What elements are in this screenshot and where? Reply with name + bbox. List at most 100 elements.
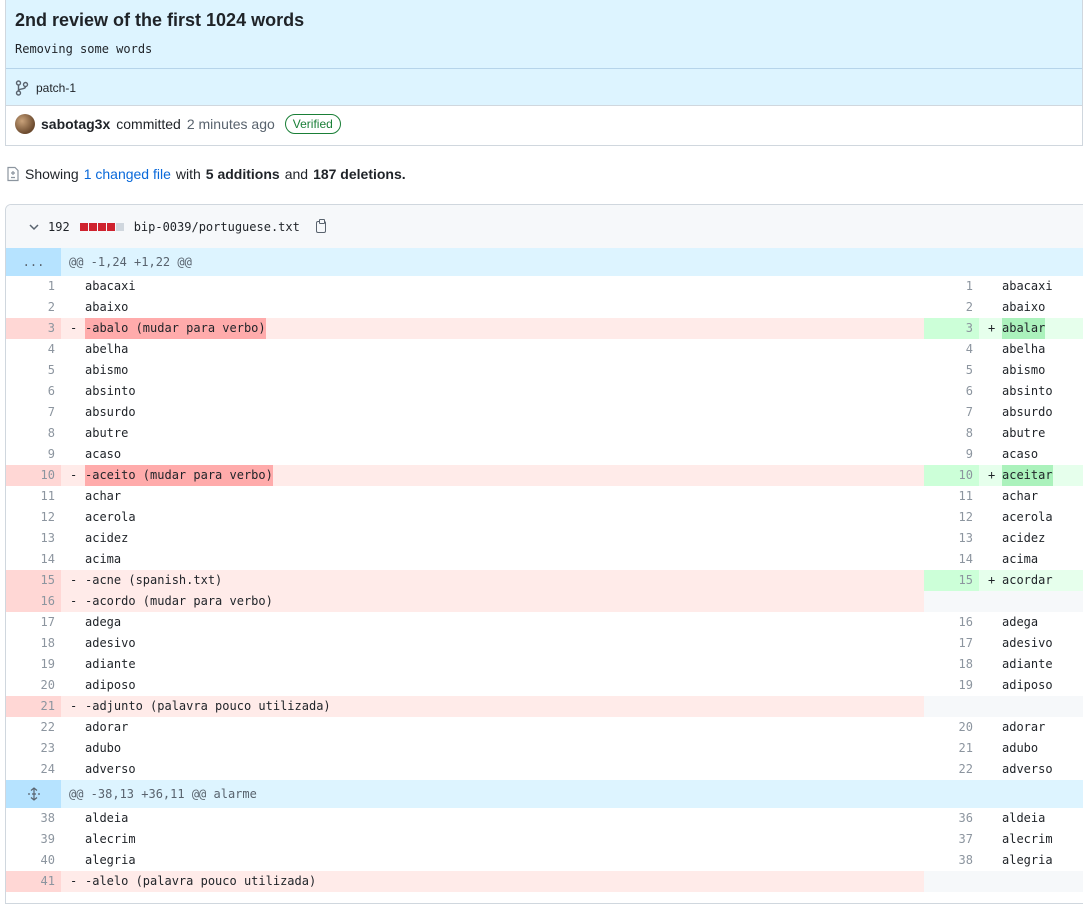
- hunk-range: @@ -38,13 +36,11 @@ alarme: [69, 787, 257, 801]
- old-line-number[interactable]: 15: [6, 570, 61, 591]
- commit-time[interactable]: 2 minutes ago: [187, 116, 275, 132]
- new-line-number[interactable]: 4: [924, 339, 979, 360]
- old-line-number[interactable]: 24: [6, 759, 61, 780]
- old-line-number[interactable]: 23: [6, 738, 61, 759]
- new-line-number[interactable]: 19: [924, 675, 979, 696]
- new-line-number[interactable]: 16: [924, 612, 979, 633]
- avatar[interactable]: [15, 114, 35, 134]
- old-line-number[interactable]: 41: [6, 871, 61, 892]
- new-line-number[interactable]: 37: [924, 829, 979, 850]
- branch-name[interactable]: patch-1: [36, 81, 76, 95]
- old-line-number[interactable]: 21: [6, 696, 61, 717]
- old-line-number[interactable]: 14: [6, 549, 61, 570]
- new-line-number[interactable]: 3: [924, 318, 979, 339]
- new-line-text: adesivo: [1002, 636, 1053, 650]
- new-line-text: aldeia: [1002, 811, 1046, 825]
- new-line-code: + acordar: [979, 570, 1083, 591]
- new-line-number[interactable]: 8: [924, 423, 979, 444]
- old-line-text: aldeia: [85, 811, 129, 825]
- new-line-number[interactable]: 21: [924, 738, 979, 759]
- old-line-code: absinto: [61, 381, 931, 402]
- new-line-number[interactable]: 11: [924, 486, 979, 507]
- new-line-code: + aceitar: [979, 465, 1083, 486]
- new-line-number[interactable]: 9: [924, 444, 979, 465]
- new-line-number[interactable]: 6: [924, 381, 979, 402]
- new-line-number[interactable]: 15: [924, 570, 979, 591]
- diff-row: 38 aldeia 36 aldeia: [6, 808, 1083, 829]
- chevron-down-icon[interactable]: [28, 221, 40, 233]
- new-line-number[interactable]: 7: [924, 402, 979, 423]
- new-line-number[interactable]: [924, 696, 979, 717]
- new-line-number[interactable]: 14: [924, 549, 979, 570]
- old-line-number[interactable]: 20: [6, 675, 61, 696]
- old-line-number[interactable]: 2: [6, 297, 61, 318]
- old-line-text: absurdo: [85, 405, 136, 419]
- old-line-number[interactable]: 6: [6, 381, 61, 402]
- old-line-number[interactable]: 38: [6, 808, 61, 829]
- old-line-number[interactable]: 4: [6, 339, 61, 360]
- and-label: and: [284, 166, 309, 182]
- new-line-text: abaixo: [1002, 300, 1046, 314]
- new-line-text: acaso: [1002, 447, 1039, 461]
- old-line-text: adega: [85, 615, 122, 629]
- old-line-number[interactable]: 10: [6, 465, 61, 486]
- new-line-number[interactable]: 17: [924, 633, 979, 654]
- copy-icon[interactable]: [315, 218, 326, 233]
- old-line-text: abutre: [85, 426, 129, 440]
- new-line-number[interactable]: 20: [924, 717, 979, 738]
- expand-button[interactable]: [6, 780, 61, 808]
- old-line-number[interactable]: 9: [6, 444, 61, 465]
- old-line-number[interactable]: 16: [6, 591, 61, 612]
- diff-row: 3- -abalo (mudar para verbo) 3 + abalar: [6, 318, 1083, 339]
- old-line-number[interactable]: 1: [6, 276, 61, 297]
- new-line-text: adiante: [1002, 657, 1053, 671]
- file-name[interactable]: bip-0039/portuguese.txt: [134, 220, 300, 234]
- diff-row: 4 abelha 4 abelha: [6, 339, 1083, 360]
- old-line-text: acaso: [85, 447, 122, 461]
- new-line-number[interactable]: 38: [924, 850, 979, 871]
- old-line-number[interactable]: 7: [6, 402, 61, 423]
- old-line-code: abelha: [61, 339, 931, 360]
- old-line-number[interactable]: 17: [6, 612, 61, 633]
- old-line-number[interactable]: 5: [6, 360, 61, 381]
- old-line-number[interactable]: 8: [6, 423, 61, 444]
- old-line-number[interactable]: 12: [6, 507, 61, 528]
- verified-badge[interactable]: Verified: [284, 114, 341, 134]
- new-line-number[interactable]: 12: [924, 507, 979, 528]
- diff-row: 12 acerola 12 acerola: [6, 507, 1083, 528]
- expand-dots-button[interactable]: ...: [6, 248, 61, 276]
- new-line-code: adiposo: [979, 675, 1083, 696]
- old-line-number[interactable]: 19: [6, 654, 61, 675]
- addition-marker: +: [988, 573, 996, 587]
- new-line-number[interactable]: 10: [924, 465, 979, 486]
- old-line-number[interactable]: 13: [6, 528, 61, 549]
- new-line-number[interactable]: 36: [924, 808, 979, 829]
- new-line-number[interactable]: [924, 591, 979, 612]
- new-line-number[interactable]: 18: [924, 654, 979, 675]
- new-line-number[interactable]: [924, 871, 979, 892]
- author-link[interactable]: sabotag3x: [41, 116, 110, 132]
- addition-marker: +: [988, 321, 996, 335]
- deletion-marker: -: [70, 594, 78, 608]
- new-line-number[interactable]: 5: [924, 360, 979, 381]
- new-line-number[interactable]: 22: [924, 759, 979, 780]
- new-line-number[interactable]: 13: [924, 528, 979, 549]
- old-line-number[interactable]: 18: [6, 633, 61, 654]
- new-line-number[interactable]: 1: [924, 276, 979, 297]
- branch-ref[interactable]: patch-1: [15, 80, 76, 96]
- new-line-text: adiposo: [1002, 678, 1053, 692]
- old-line-number[interactable]: 22: [6, 717, 61, 738]
- new-line-code: [979, 591, 1083, 612]
- old-line-number[interactable]: 3: [6, 318, 61, 339]
- old-line-number[interactable]: 39: [6, 829, 61, 850]
- old-line-number[interactable]: 11: [6, 486, 61, 507]
- new-line-code: abacaxi: [979, 276, 1083, 297]
- diff-row: 41- -alelo (palavra pouco utilizada): [6, 871, 1083, 892]
- new-line-text: absurdo: [1002, 405, 1053, 419]
- new-line-number[interactable]: 2: [924, 297, 979, 318]
- old-line-number[interactable]: 40: [6, 850, 61, 871]
- old-line-code: - -alelo (palavra pouco utilizada): [61, 871, 931, 892]
- changed-files-link[interactable]: 1 changed file: [84, 166, 171, 182]
- old-line-text: alecrim: [85, 832, 136, 846]
- new-line-text: alecrim: [1002, 832, 1053, 846]
